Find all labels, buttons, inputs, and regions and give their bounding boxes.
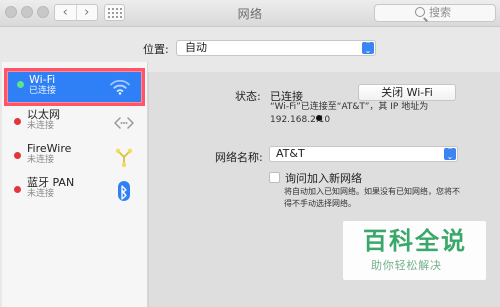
chevron-up-down-icon: ⌃ ⌄ — [362, 41, 374, 55]
search-input[interactable]: 搜索 — [374, 4, 496, 22]
grid-dot-icon — [119, 7, 122, 10]
watermark-title: 百科全说 — [363, 227, 467, 255]
close-window-button[interactable] — [5, 6, 17, 18]
service-status: 未连接 — [27, 121, 55, 131]
minimize-window-button[interactable] — [21, 6, 33, 18]
grid-dot-icon — [111, 7, 114, 10]
sidebar-item-bluetooth-pan[interactable]: 蓝牙 PAN 未连接 — [2, 174, 147, 210]
network-service-sidebar: Wi-Fi 已连接 以太网 未连接 FireWire 未连接 蓝牙 PAN 未连… — [2, 62, 148, 307]
cursor-icon — [316, 115, 322, 121]
sidebar-item-firewire[interactable]: FireWire 未连接 — [2, 140, 147, 176]
sidebar-item-wifi[interactable]: Wi-Fi 已连接 — [4, 68, 145, 106]
navigation-buttons: ‹ › — [54, 4, 98, 21]
watermark-logo: 百科全说 助你轻松解决 — [343, 221, 486, 280]
network-name-select[interactable]: AT&T ⌃ ⌄ — [269, 146, 458, 162]
firewire-icon — [115, 148, 133, 168]
window-title: 网络 — [237, 7, 263, 21]
search-icon — [415, 7, 425, 17]
chevron-up-down-icon: ⌃ ⌄ — [444, 147, 456, 161]
service-status: 已连接 — [29, 86, 57, 96]
window-titlebar: ‹ › 网络 搜索 — [0, 0, 500, 27]
disconnected-status-icon — [14, 152, 21, 159]
location-select[interactable]: 自动 ⌃ ⌄ — [176, 40, 376, 56]
forward-button[interactable]: › — [75, 5, 98, 20]
status-label: 状态: — [235, 90, 261, 103]
service-name: 以太网 — [27, 108, 60, 121]
grid-dot-icon — [115, 7, 118, 10]
grid-dot-icon — [115, 11, 118, 14]
service-name: FireWire — [27, 142, 72, 155]
ask-join-new-network-checkbox[interactable] — [269, 172, 280, 183]
disconnected-status-icon — [14, 118, 21, 125]
back-button[interactable]: ‹ — [55, 5, 76, 20]
grid-dot-icon — [111, 15, 114, 18]
network-name-value: AT&T — [276, 147, 305, 160]
grid-dot-icon — [115, 15, 118, 18]
ask-join-description: 将自动加入已知网络。如果没有已知网络，您将不 得不手动选择网络。 — [284, 187, 460, 208]
show-all-preferences-button[interactable] — [104, 4, 125, 21]
location-label: 位置: — [143, 43, 169, 56]
ethernet-icon — [114, 117, 134, 129]
network-preferences-window: ‹ › 网络 搜索 位置: 自动 ⌃ ⌄ Wi-Fi 已连接 以太网 未连接 F… — [0, 0, 500, 307]
grid-dot-icon — [107, 11, 110, 14]
turn-off-wifi-button[interactable]: 关闭 Wi-Fi — [358, 84, 456, 101]
grid-dot-icon — [107, 7, 110, 10]
location-value: 自动 — [185, 41, 207, 54]
ask-join-new-network-label: 询问加入新网络 — [285, 172, 362, 185]
connected-status-icon — [17, 81, 24, 88]
grid-dot-icon — [119, 15, 122, 18]
service-status: 未连接 — [27, 155, 55, 165]
zoom-window-button[interactable] — [37, 6, 49, 18]
service-status: 未连接 — [27, 189, 55, 199]
connection-description: “Wi-Fi”已连接至“AT&T”，其 IP 地址为 192.168.2.10 — [270, 102, 429, 125]
grid-dot-icon — [111, 11, 114, 14]
service-name: 蓝牙 PAN — [27, 176, 75, 189]
search-placeholder: 搜索 — [429, 6, 451, 19]
disconnected-status-icon — [14, 186, 21, 193]
grid-dot-icon — [119, 11, 122, 14]
network-name-label: 网络名称: — [215, 151, 263, 164]
bluetooth-icon — [118, 181, 130, 201]
sidebar-item-ethernet[interactable]: 以太网 未连接 — [2, 106, 147, 142]
watermark-subtitle: 助你轻松解决 — [371, 259, 442, 272]
grid-dot-icon — [107, 15, 110, 18]
wifi-icon — [110, 79, 130, 95]
service-name: Wi-Fi — [29, 73, 56, 86]
